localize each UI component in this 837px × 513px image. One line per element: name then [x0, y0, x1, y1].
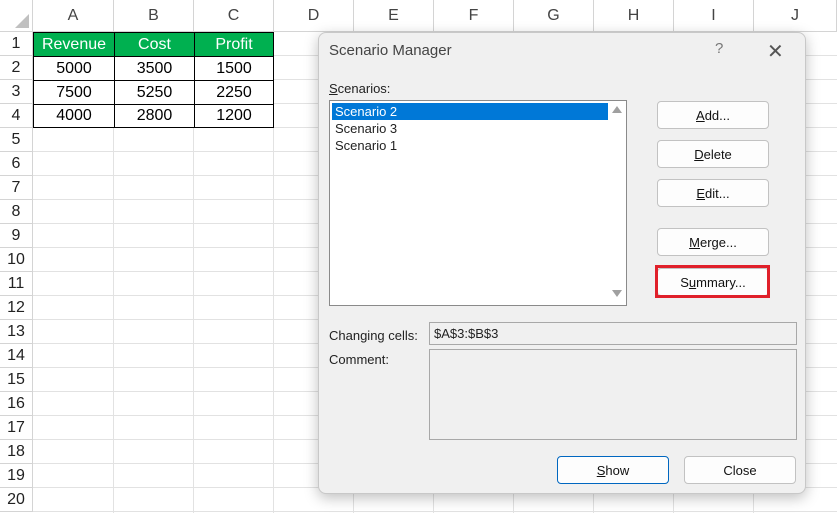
data-cell[interactable]: 2800	[114, 104, 195, 128]
changing-cells-label: Changing cells:	[329, 328, 418, 343]
header-cell-profit[interactable]: Profit	[194, 32, 274, 57]
row-header-9[interactable]: 9	[0, 224, 33, 248]
data-cell[interactable]: 7500	[33, 80, 115, 105]
scroll-up-icon[interactable]	[612, 106, 622, 113]
changing-cells-field[interactable]: $A$3:$B$3	[429, 322, 797, 345]
data-cell[interactable]: 4000	[33, 104, 115, 128]
edit-button-accel: E	[696, 185, 706, 201]
add-button-accel: A	[696, 107, 705, 123]
data-cell[interactable]: 5250	[114, 80, 195, 105]
row-header-10[interactable]: 10	[0, 248, 33, 272]
row-header-1[interactable]: 1	[0, 32, 33, 56]
row-header-12[interactable]: 12	[0, 296, 33, 320]
merge-button-accel: M	[689, 234, 700, 250]
show-button-label: how	[605, 462, 630, 478]
data-cell[interactable]: 2250	[194, 80, 274, 105]
edit-button-label: dit...	[705, 185, 730, 201]
row-header-15[interactable]: 15	[0, 368, 33, 392]
comment-field[interactable]	[429, 349, 797, 440]
merge-button-label: erge...	[699, 234, 737, 250]
list-item[interactable]: Scenario 2	[332, 103, 620, 120]
column-header-f[interactable]: F	[434, 0, 514, 32]
column-header-c[interactable]: C	[194, 0, 274, 32]
delete-button[interactable]: Delete	[657, 140, 769, 168]
row-header-13[interactable]: 13	[0, 320, 33, 344]
gridline	[33, 511, 837, 512]
add-button-label: dd...	[704, 107, 730, 123]
row-header-19[interactable]: 19	[0, 464, 33, 488]
scroll-down-icon[interactable]	[612, 290, 622, 297]
scenarios-label-accel: S	[329, 81, 338, 96]
data-cell[interactable]: 3500	[114, 56, 195, 81]
column-header-i[interactable]: I	[674, 0, 754, 32]
show-button-accel: S	[596, 462, 606, 478]
close-button[interactable]: Close	[684, 456, 796, 484]
list-item[interactable]: Scenario 3	[332, 120, 620, 137]
row-header-5[interactable]: 5	[0, 128, 33, 152]
column-header-d[interactable]: D	[274, 0, 354, 32]
column-header-h[interactable]: H	[594, 0, 674, 32]
delete-button-accel: D	[694, 146, 704, 162]
row-header-17[interactable]: 17	[0, 416, 33, 440]
column-header-b[interactable]: B	[114, 0, 194, 32]
row-header-4[interactable]: 4	[0, 104, 33, 128]
row-header-11[interactable]: 11	[0, 272, 33, 296]
data-cell[interactable]: 5000	[33, 56, 115, 81]
list-item[interactable]: Scenario 1	[332, 137, 620, 154]
edit-button[interactable]: Edit...	[657, 179, 769, 207]
scenarios-listbox[interactable]: Scenario 2 Scenario 3 Scenario 1	[329, 100, 627, 306]
row-header-18[interactable]: 18	[0, 440, 33, 464]
comment-label: Comment:	[329, 352, 389, 367]
delete-button-label: elete	[703, 146, 732, 162]
column-header-e[interactable]: E	[354, 0, 434, 32]
scenario-manager-dialog: Scenario Manager ? ✕ Scenarios: Scenario…	[318, 32, 806, 494]
select-all-triangle-icon	[15, 14, 29, 28]
row-header-20[interactable]: 20	[0, 488, 33, 512]
column-header-g[interactable]: G	[514, 0, 594, 32]
listbox-scrollbar[interactable]	[608, 101, 626, 305]
row-header-6[interactable]: 6	[0, 152, 33, 176]
data-cell[interactable]: 1500	[194, 56, 274, 81]
dialog-title: Scenario Manager	[329, 42, 452, 59]
column-header-j[interactable]: J	[754, 0, 837, 32]
summary-highlight-box	[655, 265, 770, 298]
row-header-3[interactable]: 3	[0, 80, 33, 104]
close-icon[interactable]: ✕	[767, 39, 784, 64]
add-button[interactable]: Add...	[657, 101, 769, 129]
header-cell-cost[interactable]: Cost	[114, 32, 195, 57]
help-icon[interactable]: ?	[715, 40, 723, 57]
row-header-14[interactable]: 14	[0, 344, 33, 368]
column-header-a[interactable]: A	[33, 0, 114, 32]
row-header-7[interactable]: 7	[0, 176, 33, 200]
row-header-16[interactable]: 16	[0, 392, 33, 416]
header-cell-revenue[interactable]: Revenue	[33, 32, 115, 57]
scenarios-label-text: cenarios:	[337, 81, 391, 96]
merge-button[interactable]: Merge...	[657, 228, 769, 256]
row-header-2[interactable]: 2	[0, 56, 33, 80]
select-all-corner[interactable]	[0, 0, 33, 32]
scenarios-label: Scenarios:	[329, 81, 390, 96]
show-button[interactable]: Show	[557, 456, 669, 484]
row-header-8[interactable]: 8	[0, 200, 33, 224]
data-cell[interactable]: 1200	[194, 104, 274, 128]
